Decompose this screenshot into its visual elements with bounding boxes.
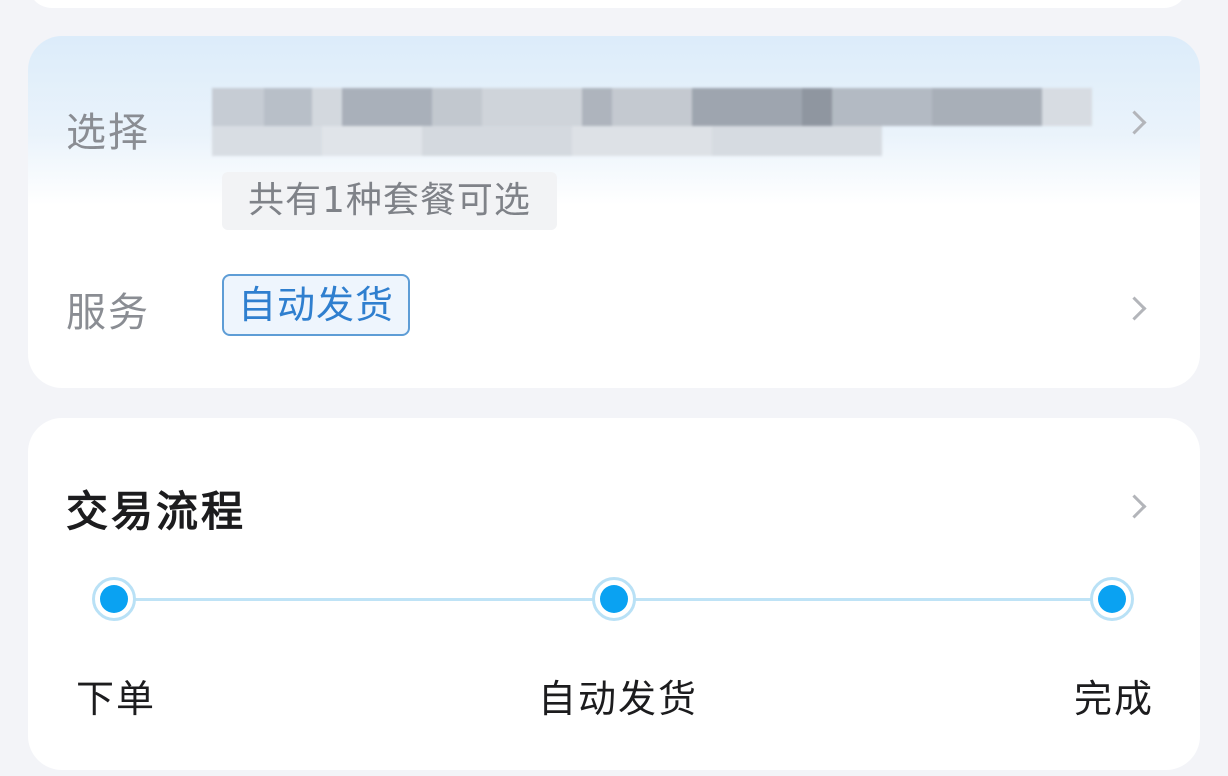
service-row[interactable]: 服务 自动发货	[28, 266, 1200, 346]
previous-card-edge	[28, 0, 1188, 8]
auto-delivery-tag: 自动发货	[222, 274, 411, 336]
step-label-auto-delivery: 自动发货	[538, 677, 699, 721]
step-dot-icon	[1090, 577, 1134, 621]
step-label-order: 下单	[76, 677, 157, 721]
select-chevron-right-icon	[1122, 110, 1147, 135]
flow-title: 交易流程	[66, 487, 247, 536]
select-row[interactable]: 选择	[28, 76, 1200, 246]
step-dot-icon	[92, 577, 136, 621]
package-count-hint: 共有1种套餐可选	[222, 172, 557, 230]
censored-product-name	[212, 88, 1092, 164]
flow-chevron-right-icon	[1122, 494, 1147, 519]
options-card: 选择 共有1种套餐可选 服务 自动发货	[28, 36, 1200, 388]
service-chevron-right-icon	[1122, 296, 1147, 321]
step-label-complete: 完成	[1074, 677, 1155, 721]
transaction-flow-card: 交易流程 下单 自动发货 完成	[28, 418, 1200, 770]
select-label: 选择	[66, 110, 150, 156]
flow-header[interactable]: 交易流程	[28, 458, 1200, 548]
service-label: 服务	[66, 290, 150, 336]
step-dot-icon	[592, 577, 636, 621]
